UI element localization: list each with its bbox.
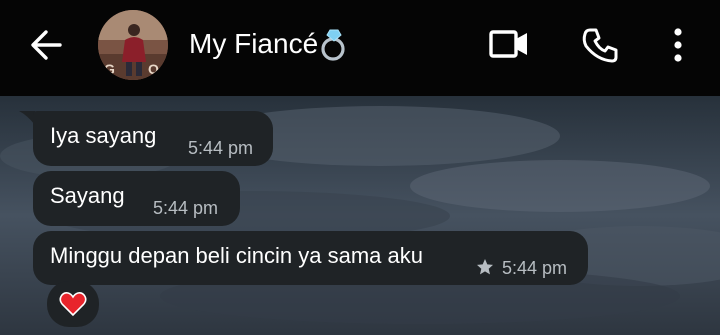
more-vertical-icon[interactable] [666, 26, 690, 64]
chat-header: G O My Fiancé [0, 0, 720, 96]
red-heart-emoji-icon [59, 292, 87, 317]
message-time: 5:44 pm [153, 198, 219, 218]
avatar[interactable]: G O [98, 10, 168, 80]
message-bubble[interactable]: Iya sayang 5:44 pm [33, 111, 273, 166]
ring-emoji-icon [321, 29, 345, 61]
reaction-badge[interactable] [47, 281, 99, 327]
svg-text:O: O [148, 61, 159, 77]
message-text: Minggu depan beli cincin ya sama aku [50, 243, 424, 268]
message-text: Sayang [50, 183, 125, 208]
message-bubble[interactable]: Sayang 5:44 pm [33, 171, 240, 226]
message-time: 5:44 pm [188, 138, 254, 158]
phone-call-icon[interactable] [581, 26, 619, 64]
arrow-left-icon[interactable] [28, 27, 64, 63]
message-bubble[interactable]: Minggu depan beli cincin ya sama aku 5:4… [33, 231, 588, 285]
message-time: 5:44 pm [502, 258, 568, 278]
video-call-icon[interactable] [488, 28, 530, 60]
contact-name[interactable]: My Fiancé [189, 26, 318, 62]
star-icon [477, 259, 493, 275]
message-text: Iya sayang [50, 123, 157, 148]
svg-text:G: G [104, 61, 115, 77]
